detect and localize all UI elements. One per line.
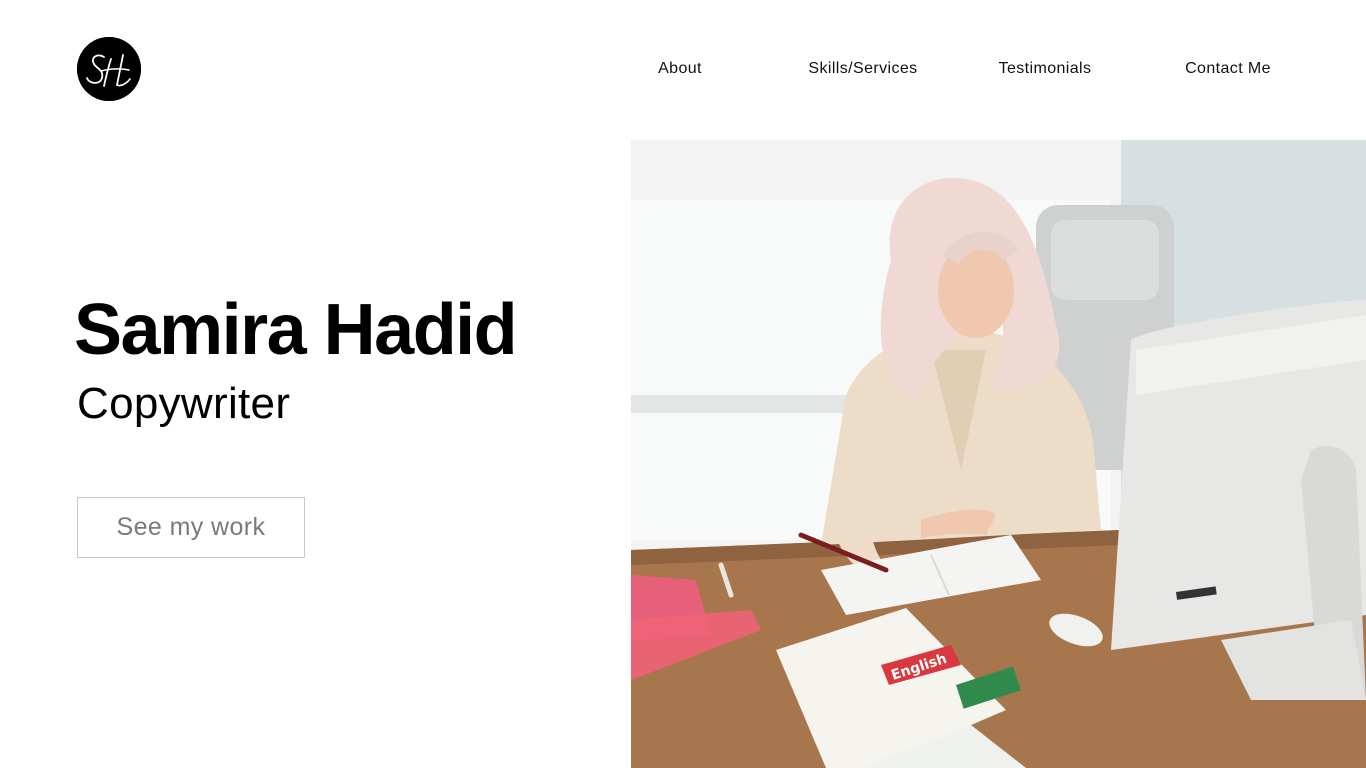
hero-photo: English: [631, 140, 1366, 768]
logo[interactable]: SH: [77, 37, 141, 101]
hero-role: Copywriter: [77, 379, 291, 428]
see-my-work-button[interactable]: See my work: [77, 497, 305, 558]
logo-monogram-icon: [77, 37, 141, 101]
hero-name: Samira Hadid: [74, 290, 518, 370]
nav-link-contact-me[interactable]: Contact Me: [1148, 60, 1308, 78]
portfolio-page: SH About Skills/Services Testimonials Co…: [0, 0, 1366, 768]
nav-link-testimonials[interactable]: Testimonials: [965, 60, 1125, 78]
main-nav: About Skills/Services Testimonials Conta…: [600, 60, 1320, 80]
hero-photo-illustration: English: [631, 140, 1366, 768]
nav-link-skills-services[interactable]: Skills/Services: [783, 60, 943, 78]
nav-link-about[interactable]: About: [600, 60, 760, 78]
